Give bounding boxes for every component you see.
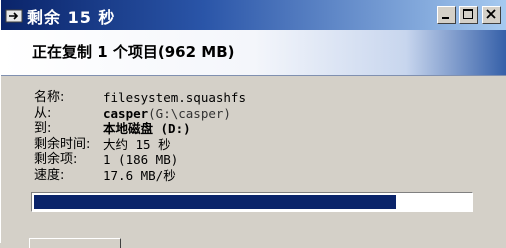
items-remaining-value: 1 (186 MB) [103, 152, 179, 167]
detail-row-speed: 速度: 17.6 MB/秒 [34, 168, 246, 184]
from-link[interactable]: casper [103, 106, 148, 122]
items-remaining-label: 剩余项: [34, 152, 78, 167]
from-label: 从: [34, 105, 52, 121]
detail-row-name: 名称: filesystem.squashfs [34, 90, 246, 106]
maximize-button[interactable] [459, 6, 478, 24]
name-value: filesystem.squashfs [103, 90, 246, 105]
close-icon [486, 9, 496, 19]
detail-row-from: 从: casper (G:\casper) [34, 106, 246, 122]
copy-progress-dialog: 剩余 15 秒 正在复制 1 个项目(962 MB) 名称: filesyste… [0, 0, 506, 248]
to-link[interactable]: 本地磁盘 (D:) [103, 121, 191, 137]
copy-progress-bar [31, 192, 473, 212]
to-label: 到: [34, 121, 52, 136]
detail-row-items: 剩余项: 1 (186 MB) [34, 152, 246, 168]
progress-fill [34, 195, 396, 209]
detail-row-to: 到: 本地磁盘 (D:) [34, 121, 246, 137]
less-details-button[interactable] [29, 238, 121, 248]
name-label: 名称: [34, 90, 65, 105]
close-button[interactable] [482, 6, 501, 24]
minimize-icon [442, 17, 449, 19]
from-path: (G:\casper) [148, 105, 231, 121]
speed-label: 速度: [34, 167, 65, 183]
speed-value: 17.6 MB/秒 [103, 167, 176, 183]
maximize-icon [463, 9, 473, 19]
copy-app-icon [5, 8, 23, 23]
minimize-button[interactable] [437, 6, 456, 24]
copy-status-heading: 正在复制 1 个项目(962 MB) [32, 43, 235, 61]
detail-row-time: 剩余时间: 大约 15 秒 [34, 137, 246, 153]
copy-details: 名称: filesystem.squashfs 从: casper (G:\ca… [34, 90, 246, 183]
title-bar[interactable]: 剩余 15 秒 [1, 0, 506, 30]
time-remaining-label: 剩余时间: [34, 136, 91, 152]
window-title: 剩余 15 秒 [27, 8, 116, 27]
time-remaining-value: 大约 15 秒 [103, 136, 171, 152]
dialog-header: 正在复制 1 个项目(962 MB) [1, 30, 506, 76]
